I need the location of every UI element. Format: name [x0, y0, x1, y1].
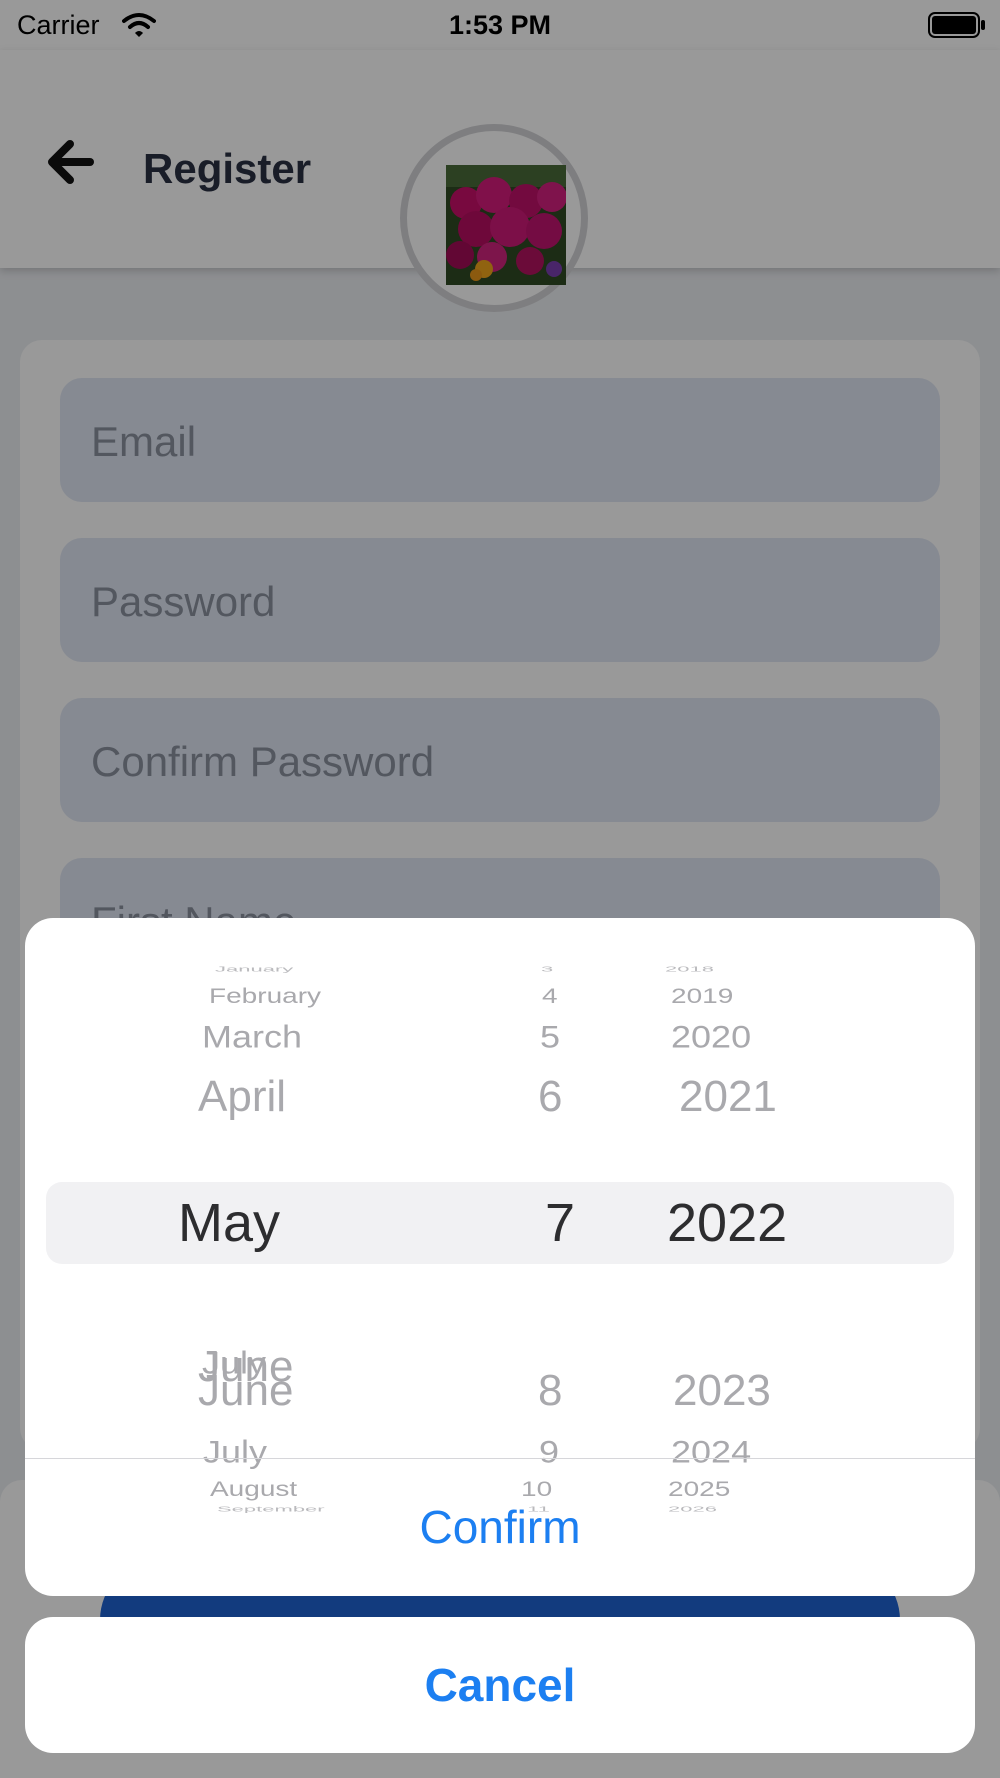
- picker-day-item[interactable]: 8: [538, 1366, 562, 1416]
- date-picker-sheet: January February March April May June Ju…: [25, 918, 975, 1596]
- picker-year-item[interactable]: 2020: [671, 1019, 751, 1056]
- date-picker-wheel[interactable]: January February March April May June Ju…: [25, 962, 975, 1392]
- picker-year-item[interactable]: 2018: [665, 964, 714, 973]
- picker-day-item[interactable]: 4: [542, 984, 558, 1008]
- picker-year-item[interactable]: 2019: [671, 984, 733, 1008]
- picker-day-item[interactable]: 5: [540, 1019, 560, 1056]
- picker-month-item[interactable]: February: [209, 984, 321, 1008]
- picker-day-item[interactable]: 3: [541, 964, 553, 973]
- confirm-button[interactable]: Confirm: [25, 1459, 975, 1596]
- picker-month-item[interactable]: June: [198, 1366, 293, 1416]
- picker-month-selected[interactable]: May: [178, 1192, 280, 1254]
- picker-year-item[interactable]: 2021: [679, 1072, 777, 1122]
- picker-month-item[interactable]: March: [202, 1019, 302, 1056]
- picker-month-item[interactable]: January: [215, 964, 293, 973]
- picker-year-item[interactable]: 2023: [673, 1366, 771, 1416]
- picker-day-item[interactable]: 6: [538, 1072, 562, 1122]
- picker-year-selected[interactable]: 2022: [667, 1192, 787, 1254]
- picker-month-item[interactable]: April: [198, 1072, 286, 1122]
- picker-day-selected[interactable]: 7: [545, 1192, 575, 1254]
- cancel-button[interactable]: Cancel: [25, 1617, 975, 1753]
